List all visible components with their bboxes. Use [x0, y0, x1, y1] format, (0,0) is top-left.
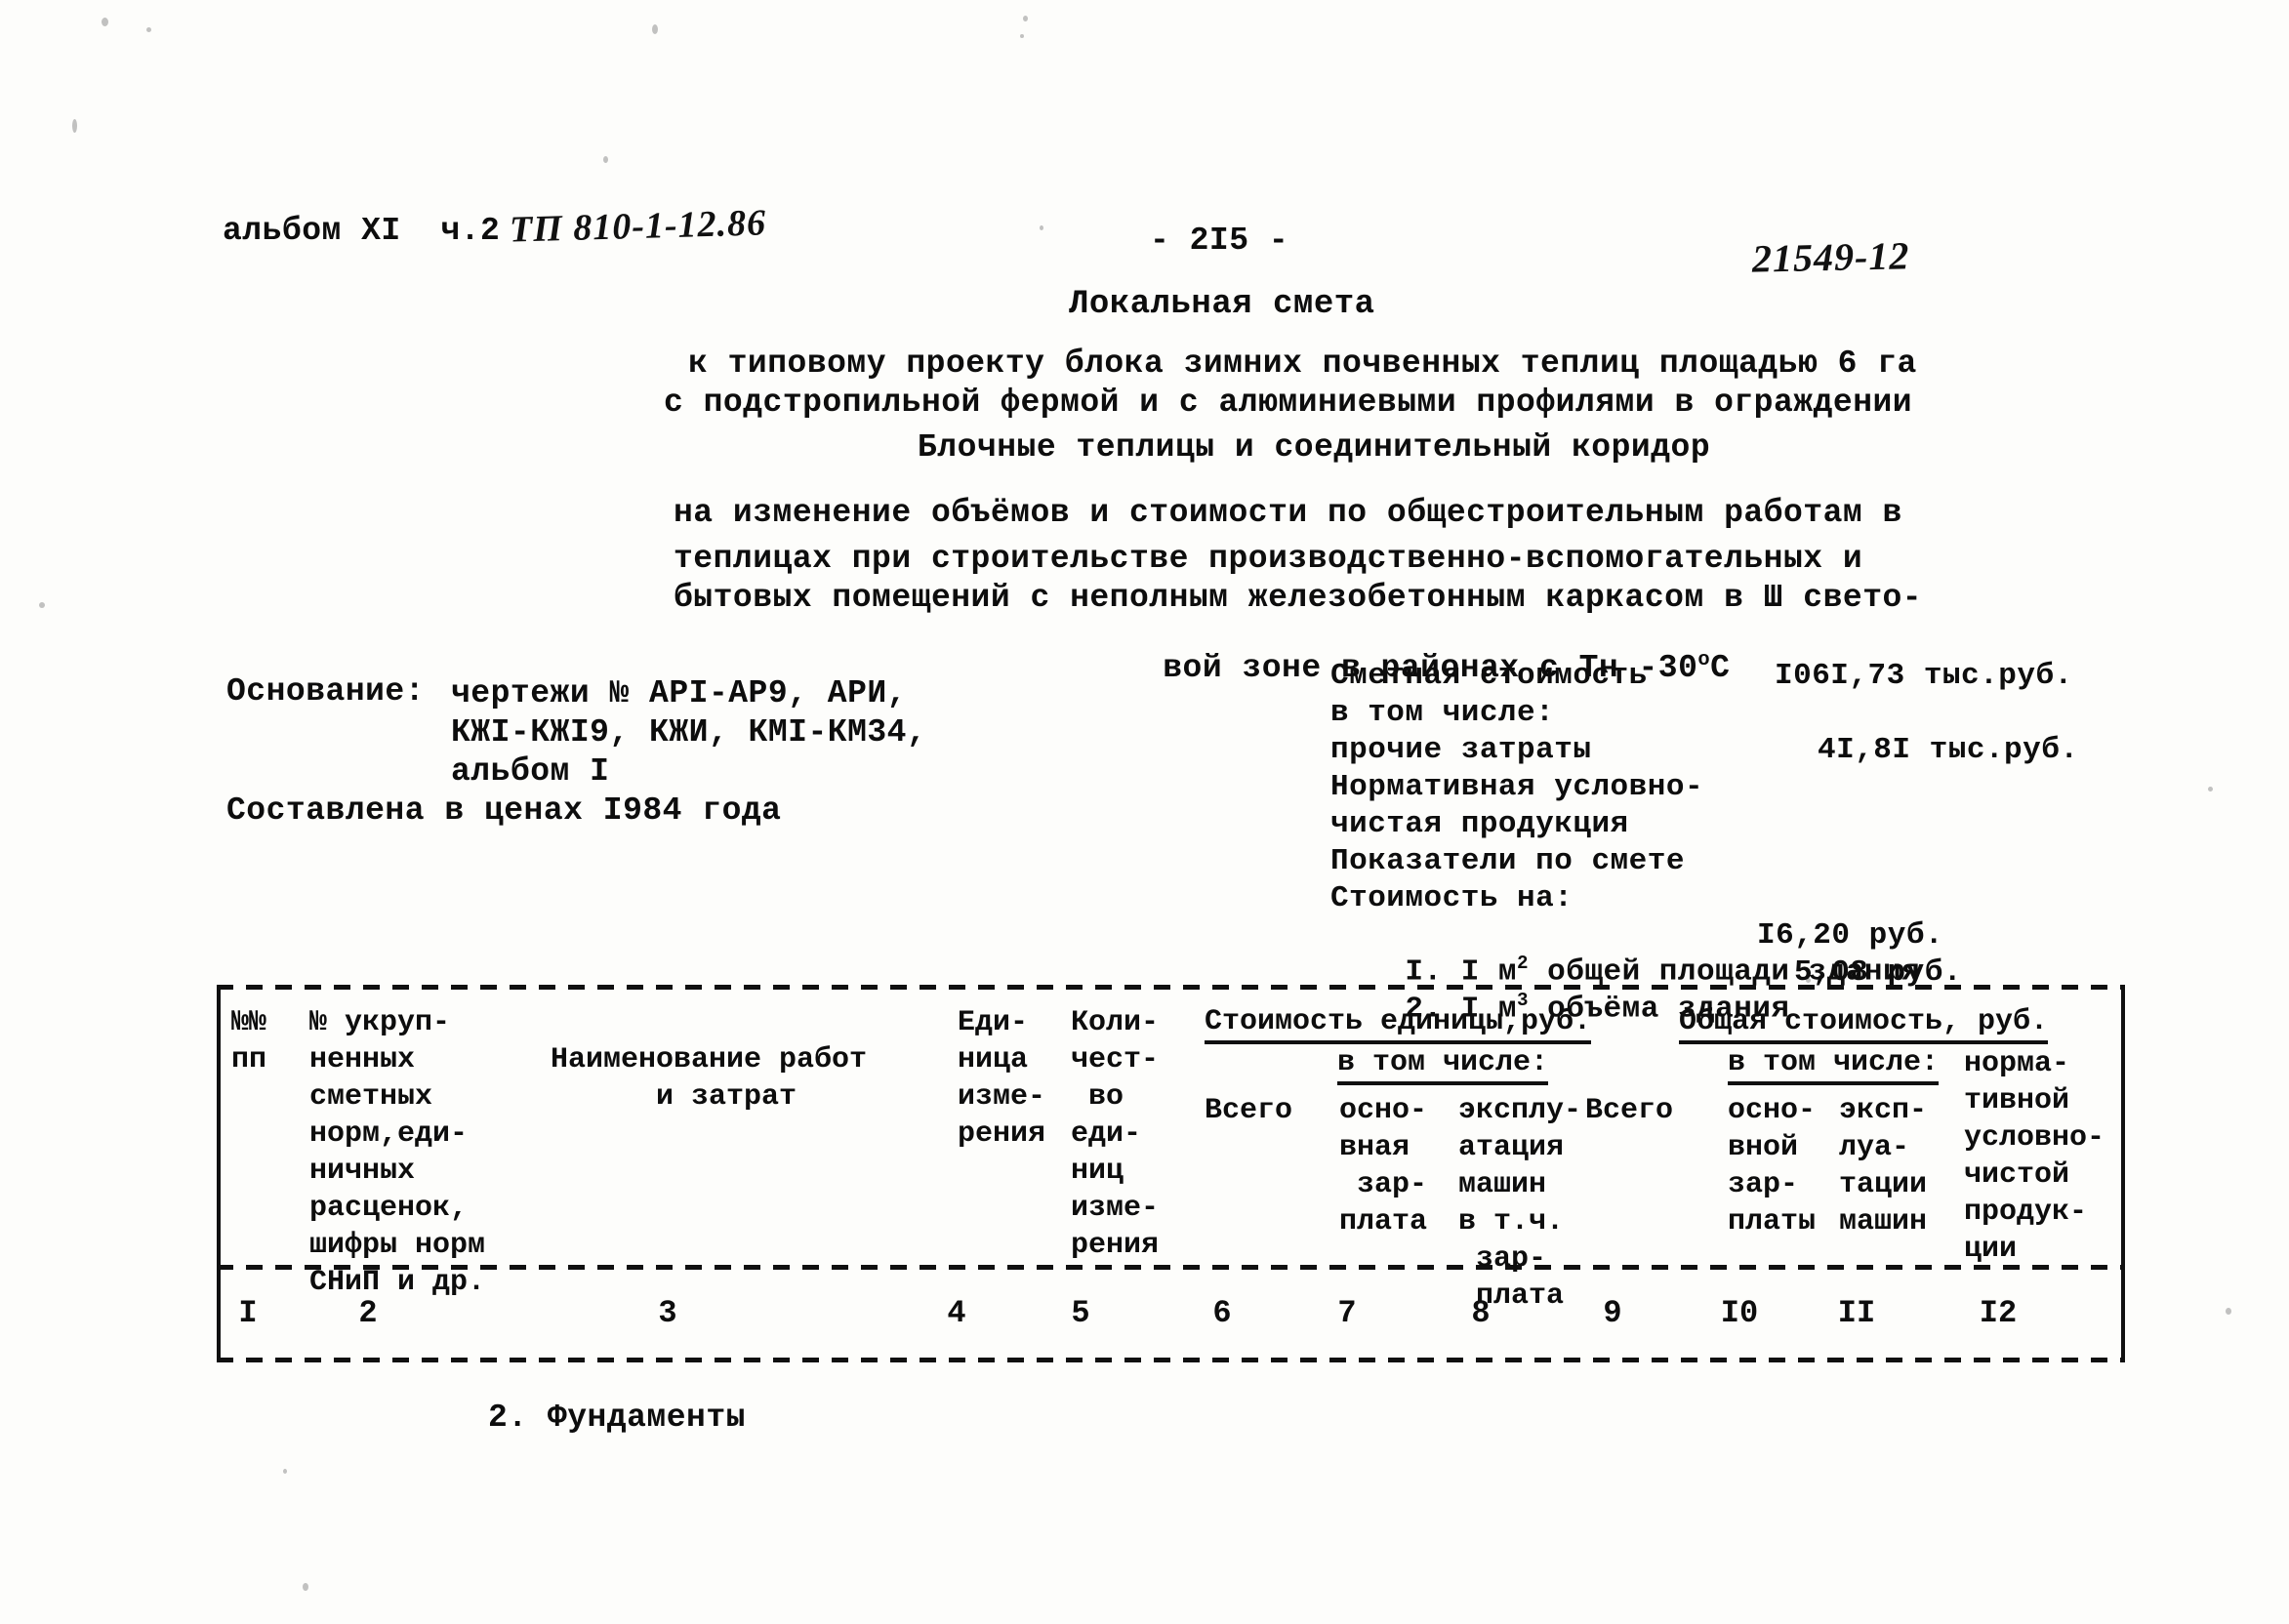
scope-line-4-tail: С	[1710, 650, 1731, 686]
scan-speck	[1040, 225, 1043, 230]
column-header-6: Всего	[1205, 1094, 1293, 1127]
summary-row-label: Стоимость на:	[1330, 881, 1574, 915]
scan-speck	[1020, 34, 1024, 38]
scope-line-2: теплицах при строительстве производствен…	[674, 541, 1863, 577]
scan-speck	[652, 24, 658, 34]
basis-line-2: КЖI-КЖI9, КЖИ, КМI-КМ34,	[451, 714, 927, 751]
column-number-10: I0	[1720, 1295, 1759, 1331]
page-number: - 2I5 -	[1150, 223, 1289, 259]
degree-superscript: о	[1697, 649, 1711, 671]
column-number-2: 2	[358, 1295, 378, 1331]
scan-speck	[2226, 1308, 2231, 1315]
summary-row-label: чистая продукция	[1330, 807, 1629, 841]
subject-line-1: к типовому проекту блока зимних почвенны…	[688, 345, 1917, 382]
scan-speck	[1023, 16, 1028, 21]
basis-label: Основание:	[226, 673, 426, 710]
prices-note: Составлена в ценах I984 года	[226, 792, 782, 829]
column-header-1: №№ пп	[231, 1006, 267, 1076]
column-header-10: осно- вной зар- платы	[1728, 1094, 1817, 1238]
column-number-12: I2	[1979, 1295, 2018, 1331]
group-header-unit-cost: Стоимость единицы,руб.	[1205, 1004, 1592, 1044]
group-header-total-cost: Общая стоимость, руб.	[1679, 1004, 2049, 1044]
estimate-table: №№ пп № укруп- ненных сметных норм,еди- …	[217, 985, 2125, 1370]
basis-line-1: чертежи № АРI-АР9, АРИ,	[451, 675, 907, 711]
scan-speck	[102, 18, 108, 26]
scope-line-1: на изменение объёмов и стоимости по обще…	[674, 495, 1902, 531]
project-code-handwritten: ТП 810-1-12.86	[509, 202, 767, 251]
column-number-8: 8	[1471, 1295, 1491, 1331]
subgroup-header-total-cost: в том числе:	[1728, 1045, 1940, 1085]
column-number-7: 7	[1337, 1295, 1357, 1331]
scan-speck	[2208, 787, 2213, 792]
document-title: Локальная смета	[1069, 286, 1375, 323]
column-number-4: 4	[947, 1295, 966, 1331]
archive-number-handwritten: 21549-12	[1751, 233, 1910, 281]
summary-row-label: прочие затраты	[1330, 733, 1592, 767]
scan-speck	[303, 1583, 308, 1591]
basis-line-3: альбом I	[451, 753, 610, 790]
column-number-6: 6	[1212, 1295, 1232, 1331]
scan-speck	[283, 1469, 287, 1474]
column-header-2: № укруп- ненных сметных норм,еди- ничных…	[309, 1006, 486, 1299]
summary-row-value: 4I,8I тыс.руб.	[1818, 733, 2079, 767]
column-header-12: норма- тивной условно- чистой продук- ци…	[1964, 1047, 2105, 1266]
column-number-11: II	[1837, 1295, 1876, 1331]
subgroup-header-unit-cost: в том числе:	[1337, 1045, 1549, 1085]
column-header-7: осно- вная зар- плата	[1339, 1094, 1428, 1238]
object-title: Блочные теплицы и соединительный коридор	[918, 429, 1711, 466]
scan-speck	[72, 119, 77, 133]
scan-speck	[146, 27, 151, 32]
summary-row-label: в том числе:	[1330, 696, 1555, 730]
table-right-border	[2121, 985, 2125, 1362]
album-label: альбом XI ч.2	[223, 213, 501, 249]
summary-row-label: Нормативная условно-	[1330, 770, 1704, 804]
summary-row-label: Показатели по смете	[1330, 844, 1685, 878]
section-heading: 2. Фундаменты	[488, 1400, 746, 1436]
summary-row-label: Сметная стоимость	[1330, 659, 1648, 693]
column-header-5: Коли- чест- во еди- ниц изме- рения	[1071, 1006, 1160, 1262]
column-header-11: эксп- луа- тации машин	[1839, 1094, 1928, 1238]
subject-line-2: с подстропильной фермой и с алюминиевыми…	[664, 385, 1913, 421]
column-header-9: Всего	[1585, 1094, 1674, 1127]
indicator-1-value: I6,20 руб.	[1757, 918, 1944, 953]
scan-speck	[603, 156, 608, 163]
table-header-rule	[217, 1265, 2125, 1270]
table-numbers-rule	[217, 1358, 2125, 1362]
column-number-5: 5	[1071, 1295, 1090, 1331]
column-number-3: 3	[658, 1295, 677, 1331]
column-header-8: эксплу- атация машин в т.ч. зар- плата	[1458, 1094, 1582, 1313]
summary-row-value: I06I,73 тыс.руб.	[1775, 659, 2073, 693]
column-header-3: Наименование работ и затрат	[551, 1043, 868, 1114]
scan-speck	[39, 602, 45, 608]
column-number-9: 9	[1603, 1295, 1622, 1331]
column-header-4: Еди- ница изме- рения	[958, 1006, 1046, 1151]
document-page: альбом XI ч.2 ТП 810-1-12.86 - 2I5 - 215…	[0, 0, 2289, 1624]
table-top-rule	[217, 985, 2125, 990]
column-number-1: I	[238, 1295, 258, 1331]
